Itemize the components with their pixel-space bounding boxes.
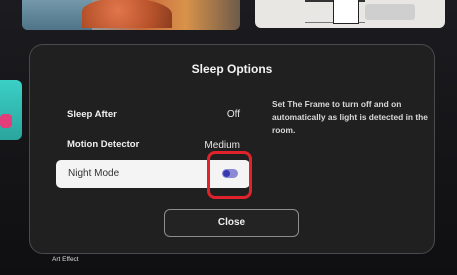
tv-screen: Sleep Options Sleep After Off Motion Det… (0, 0, 457, 275)
close-button[interactable]: Close (164, 209, 299, 237)
sleep-after-label[interactable]: Sleep After (67, 109, 117, 120)
side-app-tile[interactable] (0, 80, 22, 140)
side-tile-accent (0, 114, 12, 128)
art-effect-label[interactable]: Art Effect (52, 256, 79, 263)
option-description: Set The Frame to turn off and on automat… (272, 99, 428, 135)
thumbnail-sketch-figure (333, 0, 359, 24)
sleep-options-dialog: Sleep Options Sleep After Off Motion Det… (29, 44, 435, 254)
sleep-after-value: Off (226, 109, 240, 120)
art-thumbnail-sketch[interactable] (255, 0, 445, 28)
motion-detector-value: Medium (204, 140, 240, 151)
night-mode-label: Night Mode (68, 168, 120, 179)
motion-detector-label[interactable]: Motion Detector (67, 139, 139, 150)
thumbnail-sketch-block (365, 4, 415, 20)
highlight-annotation (207, 151, 252, 199)
thumbnail-rock (82, 0, 172, 28)
dialog-title: Sleep Options (191, 62, 273, 76)
art-thumbnail-coast[interactable] (22, 0, 240, 30)
